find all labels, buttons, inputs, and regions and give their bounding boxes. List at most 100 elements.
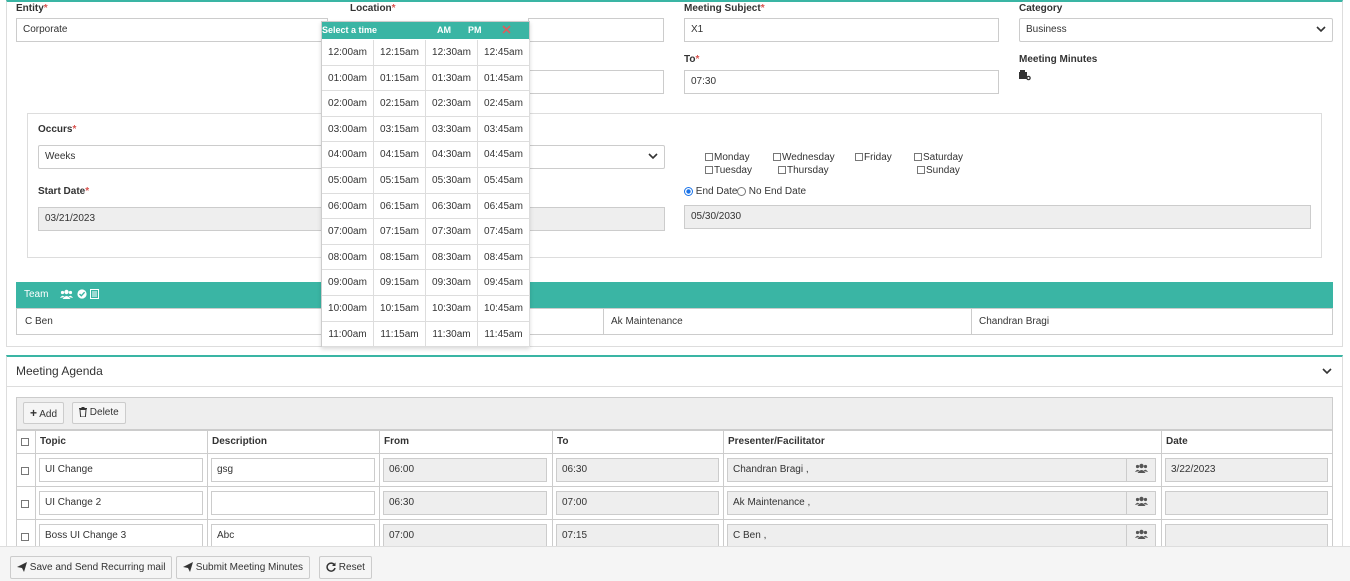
entity-field[interactable]: Corporate [16, 18, 328, 42]
presenter-field[interactable]: C Ben , [727, 524, 1127, 548]
category-select[interactable]: Business [1019, 18, 1333, 42]
time-option[interactable]: 11:30am [426, 321, 478, 348]
time-option[interactable]: 06:15am [374, 193, 426, 220]
time-option[interactable]: 12:00am [322, 40, 374, 66]
radio-selected-icon[interactable] [684, 186, 693, 196]
time-option[interactable]: 05:30am [426, 168, 478, 194]
time-option[interactable]: 12:45am [478, 40, 530, 66]
date-field[interactable]: 3/22/2023 [1165, 458, 1328, 482]
column-header-description[interactable]: Description [207, 431, 379, 453]
time-option[interactable]: 04:00am [322, 142, 374, 168]
check-circle-icon[interactable] [77, 289, 87, 302]
description-input[interactable]: Abc [211, 524, 375, 548]
time-option[interactable]: 06:30am [426, 193, 478, 220]
submit-meeting-minutes-button[interactable]: Submit Meeting Minutes [176, 556, 311, 579]
reset-button[interactable]: Reset [319, 556, 372, 579]
day-tuesday[interactable]: Tuesday [705, 165, 752, 176]
date-field[interactable] [1165, 524, 1328, 548]
list-icon[interactable] [90, 289, 99, 302]
time-option[interactable]: 08:15am [374, 244, 426, 271]
time-option[interactable]: 11:00am [322, 321, 374, 348]
time-option[interactable]: 01:45am [478, 65, 530, 92]
time-option[interactable]: 06:45am [478, 193, 530, 220]
location-field[interactable] [528, 18, 664, 42]
day-friday[interactable]: Friday [855, 152, 892, 163]
time-option[interactable]: 10:45am [478, 296, 530, 322]
checkbox[interactable] [773, 153, 781, 161]
time-option[interactable]: 07:00am [322, 219, 374, 245]
pm-toggle[interactable]: PM [468, 22, 482, 39]
column-header-topic[interactable]: Topic [35, 431, 207, 453]
delete-button[interactable]: Delete [72, 402, 126, 424]
time-option[interactable]: 11:15am [374, 321, 426, 348]
time-option[interactable]: 03:30am [426, 116, 478, 143]
time-option[interactable]: 09:00am [322, 270, 374, 296]
no-end-date-radio[interactable]: No End Date [737, 186, 806, 197]
topic-input[interactable]: Boss UI Change 3 [39, 524, 203, 548]
time-option[interactable]: 05:00am [322, 168, 374, 194]
presenter-field[interactable]: Ak Maintenance , [727, 491, 1127, 515]
radio-icon[interactable] [737, 186, 746, 196]
day-wednesday[interactable]: Wednesday [773, 152, 835, 163]
from-time[interactable]: 06:30 [383, 491, 547, 515]
column-header-to[interactable]: To [552, 431, 723, 453]
time-option[interactable]: 10:00am [322, 296, 374, 322]
users-icon[interactable] [1126, 491, 1156, 515]
users-icon[interactable] [60, 289, 73, 302]
row-checkbox[interactable] [21, 499, 30, 510]
to-time[interactable]: 06:30 [556, 458, 719, 482]
checkbox[interactable] [855, 153, 863, 161]
checkbox[interactable] [705, 153, 713, 161]
column-header-from[interactable]: From [379, 431, 552, 453]
time-option[interactable]: 02:00am [322, 91, 374, 117]
time-option[interactable]: 03:00am [322, 116, 374, 143]
time-option[interactable]: 01:30am [426, 65, 478, 92]
users-icon[interactable] [1126, 458, 1156, 482]
time-option[interactable]: 06:00am [322, 193, 374, 220]
time-option[interactable]: 10:15am [374, 296, 426, 322]
to-field[interactable]: 07:30 [684, 70, 999, 94]
time-option[interactable]: 09:45am [478, 270, 530, 296]
from-time[interactable]: 06:00 [383, 458, 547, 482]
topic-input[interactable]: UI Change 2 [39, 491, 203, 515]
time-option[interactable]: 03:15am [374, 116, 426, 143]
time-option[interactable]: 08:45am [478, 244, 530, 271]
day-monday[interactable]: Monday [705, 152, 750, 163]
time-option[interactable]: 02:45am [478, 91, 530, 117]
date-field[interactable] [1165, 491, 1328, 515]
checkbox[interactable] [914, 153, 922, 161]
time-option[interactable]: 01:15am [374, 65, 426, 92]
time-option[interactable]: 08:00am [322, 244, 374, 271]
am-toggle[interactable]: AM [437, 22, 451, 39]
time-option[interactable]: 05:45am [478, 168, 530, 194]
column-header-presenter[interactable]: Presenter/Facilitator [723, 431, 1161, 453]
time-option[interactable]: 09:15am [374, 270, 426, 296]
time-option[interactable]: 12:15am [374, 40, 426, 66]
day-sunday[interactable]: Sunday [917, 165, 960, 176]
chevron-down-icon[interactable] [1322, 367, 1332, 378]
from-field[interactable] [528, 70, 664, 94]
to-time[interactable]: 07:15 [556, 524, 719, 548]
day-saturday[interactable]: Saturday [914, 152, 963, 163]
time-option[interactable]: 10:30am [426, 296, 478, 322]
checkbox[interactable] [778, 166, 786, 174]
meeting-minutes-icon[interactable] [1019, 70, 1031, 84]
time-option[interactable]: 03:45am [478, 116, 530, 143]
time-option[interactable]: 01:00am [322, 65, 374, 92]
time-option[interactable]: 04:30am [426, 142, 478, 168]
to-time[interactable]: 07:00 [556, 491, 719, 515]
row-checkbox[interactable] [21, 532, 30, 543]
time-option[interactable]: 07:30am [426, 219, 478, 245]
time-option[interactable]: 12:30am [426, 40, 478, 66]
time-option[interactable]: 02:30am [426, 91, 478, 117]
time-option[interactable]: 07:45am [478, 219, 530, 245]
day-thursday[interactable]: Thursday [778, 165, 829, 176]
meeting-subject-field[interactable]: X1 [684, 18, 999, 42]
row-checkbox[interactable] [21, 466, 30, 477]
time-option[interactable]: 04:45am [478, 142, 530, 168]
description-input[interactable] [211, 491, 375, 515]
checkbox[interactable] [705, 166, 713, 174]
time-option[interactable]: 08:30am [426, 244, 478, 271]
time-option[interactable]: 09:30am [426, 270, 478, 296]
time-option[interactable]: 11:45am [478, 321, 530, 348]
